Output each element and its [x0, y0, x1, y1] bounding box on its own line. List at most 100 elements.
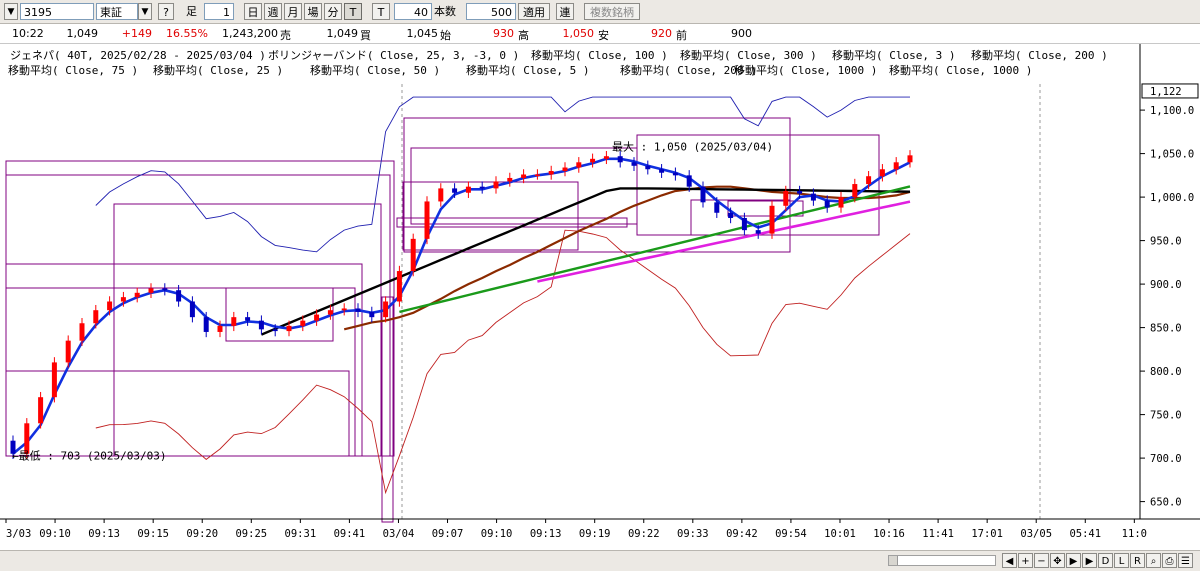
center-icon[interactable]: ✥: [1050, 553, 1065, 568]
candle-body: [203, 317, 209, 332]
candle-body: [79, 323, 85, 341]
quote-time: 10:22: [12, 27, 44, 40]
candle-body: [396, 271, 402, 302]
quote-volume: 1,243,200: [222, 27, 278, 40]
x-tick-label: 09:41: [334, 528, 366, 540]
tick-toggle-button[interactable]: T: [372, 3, 390, 20]
print-icon[interactable]: ⎙: [1162, 553, 1177, 568]
candle-body: [562, 167, 568, 171]
data-icon[interactable]: D: [1098, 553, 1113, 568]
candle-body: [728, 212, 734, 218]
toolbar: ▼ 3195 東証 ▼ ? 足 1 日 週 月 場 分 T T 40 本数 50…: [0, 0, 1200, 24]
scroll-thumb[interactable]: [889, 556, 898, 565]
legend-item: 移動平均( Close, 50 ): [310, 63, 440, 77]
stock-code-input[interactable]: 3195: [20, 3, 94, 20]
market-select[interactable]: 東証: [96, 3, 138, 20]
x-tick-label: 09:33: [677, 528, 709, 540]
candle-body: [700, 186, 706, 203]
candle-body: [65, 340, 71, 363]
scroll-left-end-icon[interactable]: ◀: [1002, 553, 1017, 568]
candle-body: [355, 308, 361, 312]
y-tick-label: 850.0: [1150, 323, 1182, 335]
x-tick-label: 09:13: [88, 528, 120, 540]
period-month-button[interactable]: 月: [284, 3, 302, 20]
x-tick-label: 09:20: [186, 528, 218, 540]
candle-body: [410, 238, 416, 272]
candle-body: [120, 297, 126, 302]
y-tick-label: 800.0: [1150, 366, 1182, 378]
candle-body: [714, 202, 720, 213]
apply-button[interactable]: 適用: [518, 3, 550, 20]
x-tick-label: 09:19: [579, 528, 611, 540]
candle-body: [521, 174, 527, 178]
x-tick-label: 05:41: [1069, 528, 1101, 540]
candle-body: [659, 169, 665, 173]
honsu-label: 本数: [434, 5, 456, 18]
legend-item: 移動平均( Close, 75 ): [8, 63, 138, 77]
x-tick-label: 10:01: [824, 528, 856, 540]
candle-body: [893, 162, 899, 170]
candle-body: [341, 308, 347, 311]
candle-body: [866, 176, 872, 185]
candle-body: [148, 288, 154, 293]
scroll-track[interactable]: [888, 555, 996, 566]
x-tick-label: 09:10: [39, 528, 71, 540]
x-tick-label: 03/05: [1020, 528, 1052, 540]
candle-body: [507, 177, 513, 182]
x-tick-label: 11:41: [922, 528, 954, 540]
quote-sell: 1,049: [326, 27, 359, 40]
quote-buy: 1,045: [406, 27, 439, 40]
market-dropdown-icon[interactable]: ▼: [138, 3, 152, 20]
chart-area[interactable]: 最大 : 1,050 (2025/03/04) ←最低 : 703 (2025/0…: [0, 44, 1200, 571]
candle-body: [300, 320, 306, 326]
ashi-label: 足: [186, 5, 197, 18]
candle-body: [852, 184, 858, 198]
candle-body: [272, 329, 278, 332]
candle-body: [810, 193, 816, 201]
code-history-dropdown-icon[interactable]: ▼: [4, 3, 18, 20]
candle-body: [631, 162, 637, 166]
settings-icon[interactable]: ☰: [1178, 553, 1193, 568]
magnify-icon[interactable]: ⌕: [1146, 553, 1161, 568]
legend-item: 移動平均( Close, 3 ): [832, 48, 955, 62]
candle-body: [189, 301, 195, 318]
candle-body: [603, 156, 609, 159]
zoom-in-icon[interactable]: +: [1018, 553, 1033, 568]
legend-item: 移動平均( Close, 200 ): [971, 48, 1108, 62]
link-button[interactable]: 連: [556, 3, 574, 20]
legend-item: 移動平均( Close, 1000 ): [889, 63, 1032, 77]
candle-body: [741, 217, 747, 231]
min-annotation: ←最低 : 703 (2025/03/03): [12, 449, 166, 462]
last-price-label: 1,122: [1150, 86, 1182, 98]
x-tick-label: 17:01: [971, 528, 1003, 540]
legend-item: 移動平均( Close, 5 ): [466, 63, 589, 77]
period-minute-button[interactable]: 分: [324, 3, 342, 20]
ashi-value-input[interactable]: 1: [204, 3, 234, 20]
period-tick-button[interactable]: T: [344, 3, 362, 20]
candle-body: [51, 362, 57, 398]
scroll-right-icon[interactable]: ▶: [1066, 553, 1081, 568]
y-tick-label: 750.0: [1150, 410, 1182, 422]
candle-body: [769, 205, 775, 234]
bar-count-input[interactable]: 500: [466, 3, 516, 20]
multi-stock-button[interactable]: 複数銘柄: [584, 3, 640, 20]
candle-body: [231, 317, 237, 326]
quote-prev-label: 前: [676, 29, 687, 42]
candle-body: [479, 186, 485, 189]
period-week-button[interactable]: 週: [264, 3, 282, 20]
zoom-out-icon[interactable]: −: [1034, 553, 1049, 568]
range-icon[interactable]: R: [1130, 553, 1145, 568]
candle-body: [107, 301, 113, 311]
help-button[interactable]: ?: [158, 3, 174, 20]
scroll-right-end-icon[interactable]: ▶: [1082, 553, 1097, 568]
tick-value-input[interactable]: 40: [394, 3, 432, 20]
period-day-button[interactable]: 日: [244, 3, 262, 20]
x-tick-label: 3/03: [6, 528, 31, 540]
candle-body: [493, 181, 499, 189]
line-icon[interactable]: L: [1114, 553, 1129, 568]
period-session-button[interactable]: 場: [304, 3, 322, 20]
quote-open-label: 始: [440, 29, 451, 42]
quote-bar: 10:22 1,049 +149 16.55% 1,243,200 売 1,04…: [0, 24, 1200, 44]
y-tick-label: 1,000.0: [1150, 192, 1194, 204]
quote-high: 1,050: [562, 27, 595, 40]
